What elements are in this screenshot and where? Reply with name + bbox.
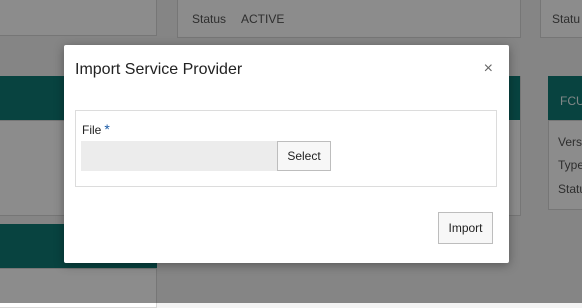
import-service-provider-dialog: Import Service Provider × File * Select I…: [64, 45, 509, 263]
file-field-group: File * Select: [75, 110, 497, 187]
required-asterisk: *: [104, 121, 110, 137]
import-button[interactable]: Import: [438, 212, 493, 244]
dialog-title: Import Service Provider: [75, 61, 243, 78]
select-file-button[interactable]: Select: [277, 141, 331, 171]
close-icon[interactable]: ×: [484, 60, 493, 78]
file-label: File *: [82, 121, 110, 137]
file-label-text: File: [82, 123, 102, 137]
file-path-input[interactable]: [81, 141, 277, 171]
